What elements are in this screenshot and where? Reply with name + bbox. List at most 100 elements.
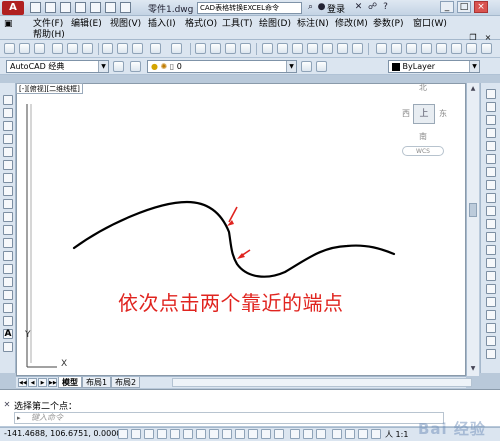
command-close-icon[interactable]: ✕ — [2, 400, 12, 410]
showmotion-icon[interactable] — [371, 429, 381, 439]
layer-manager-icon[interactable] — [130, 61, 141, 72]
redo-icon[interactable] — [171, 43, 182, 54]
modify-extra-2-icon[interactable] — [486, 336, 496, 346]
prev-tab-arrow[interactable]: ◀ — [28, 378, 37, 387]
ellipse-icon[interactable] — [3, 212, 13, 222]
viewcube-face-top[interactable]: 上 — [413, 104, 435, 124]
open-file-icon[interactable] — [45, 2, 56, 13]
exchange-icon[interactable]: ✕ — [353, 2, 364, 13]
spline-icon[interactable] — [3, 199, 13, 209]
multiline-text-icon[interactable]: A — [3, 329, 13, 339]
make-block-icon[interactable] — [3, 251, 13, 261]
print-icon[interactable] — [90, 2, 101, 13]
viewcube-south[interactable]: 南 — [419, 131, 427, 142]
close-button[interactable]: × — [474, 1, 488, 13]
redo-icon[interactable] — [120, 2, 131, 13]
open-icon[interactable] — [19, 43, 30, 54]
menu-item-modify[interactable]: 修改(M) — [335, 18, 368, 30]
transparency-icon[interactable] — [248, 429, 258, 439]
dim-style-icon[interactable] — [391, 43, 402, 54]
table-icon[interactable] — [3, 316, 13, 326]
zoom-status-icon[interactable] — [345, 429, 355, 439]
stretch-icon[interactable] — [486, 193, 496, 203]
hatch-icon[interactable] — [3, 277, 13, 287]
standard-2-icon[interactable] — [451, 43, 462, 54]
save-icon[interactable] — [34, 43, 45, 54]
line-icon[interactable] — [3, 95, 13, 105]
quick-properties-icon[interactable] — [261, 429, 271, 439]
layer-select[interactable]: ● ✺ ▯ 0 ▼ — [147, 60, 297, 73]
first-tab-arrow[interactable]: ◀◀ — [18, 378, 27, 387]
horizontal-scrollbar[interactable] — [172, 378, 472, 387]
lineweight-icon[interactable] — [235, 429, 245, 439]
cut-icon[interactable] — [102, 43, 113, 54]
tab-layout2[interactable]: 布局2 — [111, 377, 141, 388]
menu-item-draw[interactable]: 绘图(D) — [259, 18, 291, 30]
menu-item-insert[interactable]: 插入(I) — [148, 18, 176, 30]
selection-cycling-icon[interactable] — [274, 429, 284, 439]
polyline-icon[interactable] — [3, 121, 13, 131]
move-icon[interactable] — [486, 154, 496, 164]
minimize-button[interactable]: _ — [440, 1, 454, 13]
dynamic-input-icon[interactable] — [222, 429, 232, 439]
app-logo-button[interactable]: A — [2, 1, 24, 15]
standard-icon[interactable] — [436, 43, 447, 54]
viewport-controls[interactable]: [-][俯视][二维线框] — [16, 83, 83, 94]
menu-item-edit[interactable]: 编辑(E) — [71, 18, 102, 30]
zoom-previous-icon[interactable] — [240, 43, 251, 54]
modify-extra-3-icon[interactable] — [486, 349, 496, 359]
drawing-canvas[interactable] — [16, 83, 466, 376]
make-current-layer-icon[interactable] — [301, 61, 312, 72]
new-file-icon[interactable] — [30, 2, 41, 13]
menu-item-window[interactable]: 窗口(W) — [413, 18, 447, 30]
qnew-icon[interactable] — [4, 43, 15, 54]
join-icon[interactable] — [486, 258, 496, 268]
circle-icon[interactable] — [3, 173, 13, 183]
blend-icon[interactable] — [486, 297, 496, 307]
design-center-icon[interactable] — [277, 43, 288, 54]
rotate-icon[interactable] — [486, 167, 496, 177]
command-input[interactable]: 键入命令 — [14, 412, 444, 424]
connect-icon[interactable]: ☍ — [367, 2, 378, 13]
copy-icon[interactable] — [117, 43, 128, 54]
quick-view-drawings-icon[interactable] — [316, 429, 326, 439]
login-link[interactable]: 登录 — [327, 2, 345, 15]
scroll-up-arrow[interactable]: ▲ — [468, 84, 478, 94]
vertical-scrollbar[interactable]: ▲ ▼ — [466, 83, 479, 376]
break-icon[interactable] — [486, 245, 496, 255]
last-tab-arrow[interactable]: ▶▶ — [48, 378, 57, 387]
polar-tracking-icon[interactable] — [157, 429, 167, 439]
fillet-icon[interactable] — [486, 284, 496, 294]
insert-block-icon[interactable] — [3, 238, 13, 248]
multileader-style-icon[interactable] — [421, 43, 432, 54]
calculator-icon[interactable] — [337, 43, 348, 54]
menu-item-parametric[interactable]: 参数(P) — [373, 18, 403, 30]
rectangle-icon[interactable] — [3, 147, 13, 157]
standard-3-icon[interactable] — [466, 43, 477, 54]
grid-display-icon[interactable] — [131, 429, 141, 439]
point-icon[interactable] — [3, 264, 13, 274]
extend-icon[interactable] — [486, 219, 496, 229]
scroll-thumb[interactable] — [469, 203, 477, 217]
sheet-set-icon[interactable] — [307, 43, 318, 54]
revision-cloud-icon[interactable] — [3, 186, 13, 196]
menu-item-icon[interactable]: ▣ — [4, 18, 13, 30]
offset-icon[interactable] — [486, 128, 496, 138]
explode-icon[interactable] — [486, 310, 496, 320]
tab-model[interactable]: 模型 — [58, 377, 82, 388]
annotation-scale[interactable]: 人 1:1 — [385, 429, 408, 440]
undo-icon[interactable] — [150, 43, 161, 54]
tab-layout1[interactable]: 布局1 — [82, 377, 112, 388]
scale-icon[interactable] — [486, 180, 496, 190]
ucs-dynamic-icon[interactable] — [209, 429, 219, 439]
search-input[interactable]: CAD表格转换EXCEL命令 — [197, 2, 302, 14]
gradient-icon[interactable] — [3, 290, 13, 300]
text-style-icon[interactable] — [376, 43, 387, 54]
user-icon[interactable]: ● — [316, 2, 327, 13]
properties-icon[interactable] — [262, 43, 273, 54]
zoom-window-icon[interactable] — [225, 43, 236, 54]
polygon-icon[interactable] — [3, 134, 13, 144]
menu-item-dimension[interactable]: 标注(N) — [297, 18, 329, 30]
quick-view-layouts-icon[interactable] — [303, 429, 313, 439]
help-icon[interactable] — [352, 43, 363, 54]
